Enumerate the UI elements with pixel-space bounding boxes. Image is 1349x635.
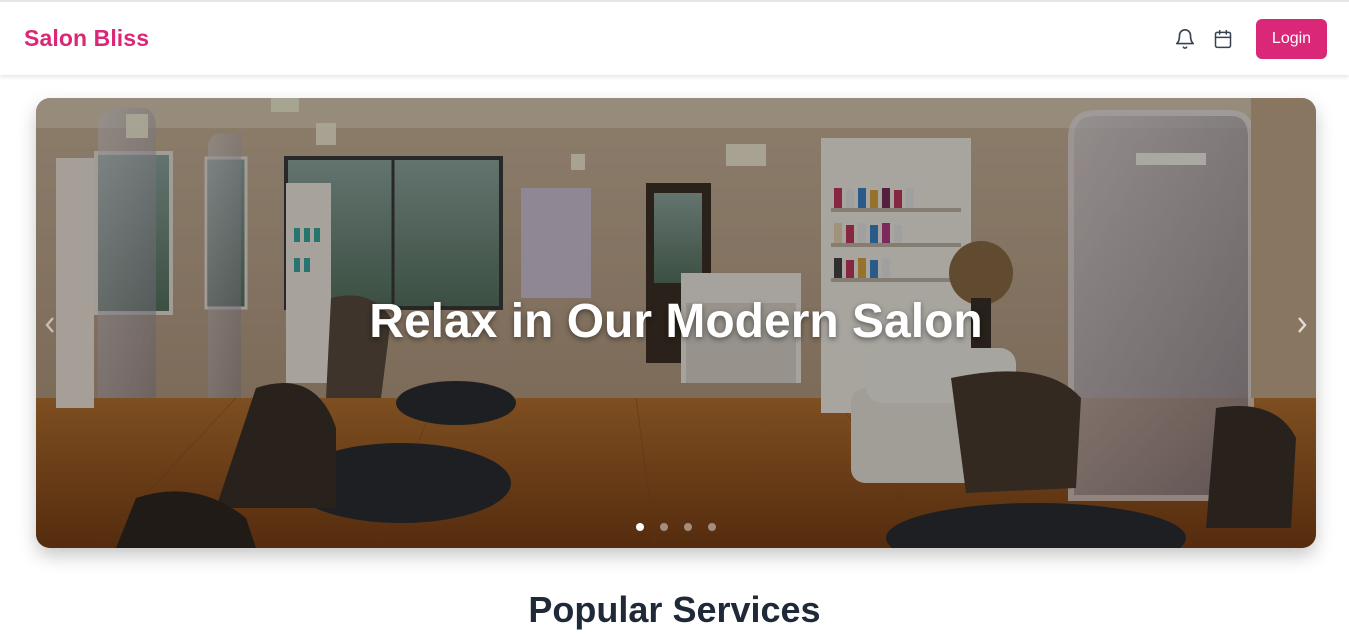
- nav-actions: Login: [1170, 18, 1327, 59]
- carousel-dot-2[interactable]: [660, 523, 668, 531]
- brand-logo[interactable]: Salon Bliss: [24, 25, 149, 52]
- hero-carousel: Relax in Our Modern Salon: [36, 98, 1316, 548]
- carousel-dot-4[interactable]: [708, 523, 716, 531]
- login-button[interactable]: Login: [1256, 18, 1327, 59]
- bell-icon[interactable]: [1170, 24, 1200, 54]
- hero-title: Relax in Our Modern Salon: [369, 295, 983, 348]
- carousel-dot-1[interactable]: [636, 523, 644, 531]
- carousel-dot-3[interactable]: [684, 523, 692, 531]
- carousel-prev-arrow-icon[interactable]: [38, 310, 62, 340]
- carousel-next-arrow-icon[interactable]: [1290, 310, 1314, 340]
- calendar-icon[interactable]: [1208, 24, 1238, 54]
- popular-services-heading: Popular Services: [528, 589, 821, 630]
- navbar: Salon Bliss Login: [0, 2, 1349, 75]
- carousel-indicators: [36, 523, 1316, 531]
